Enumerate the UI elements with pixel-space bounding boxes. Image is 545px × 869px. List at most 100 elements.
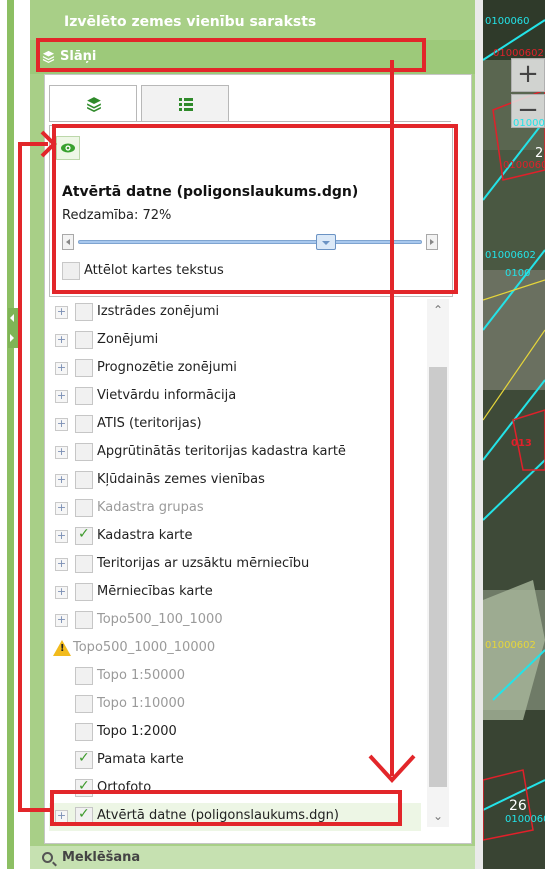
scrollbar-thumb[interactable] — [429, 367, 447, 787]
search-header-label: Meklēšana — [62, 850, 141, 865]
layer-label: Topo500_1000_10000 — [73, 640, 216, 655]
layers-stack-icon — [87, 97, 101, 112]
map-label: 26 — [509, 798, 527, 814]
layer-row[interactable]: + Apgrūtinātās teritorijas kadastra kartē — [49, 439, 421, 467]
layer-label: Pamata karte — [97, 752, 184, 767]
layer-row[interactable]: + Prognozētie zonējumi — [49, 355, 421, 383]
layer-label: Topo 1:10000 — [97, 696, 186, 711]
expand-icon[interactable]: + — [55, 474, 68, 487]
layer-label: Izstrādes zonējumi — [97, 304, 220, 319]
layer-row[interactable]: Topo 1:50000 — [49, 663, 421, 691]
layer-label: Vietvārdu informācija — [97, 388, 237, 403]
layer-label: Mērniecības karte — [97, 584, 213, 599]
layer-label: Teritorijas ar uzsāktu mērniecību — [97, 556, 310, 571]
map-label: 0100060 — [485, 16, 530, 27]
layer-row[interactable]: + Mērniecības karte — [49, 579, 421, 607]
layer-label: Kļūdainās zemes vienības — [97, 472, 265, 487]
layer-label: ATIS (teritorijas) — [97, 416, 202, 431]
annotation-box-layers-header — [36, 38, 426, 72]
layer-checkbox[interactable] — [75, 331, 93, 349]
warning-icon — [53, 640, 71, 656]
map-label: 2 — [535, 146, 544, 161]
map-label: 01000602 — [485, 640, 536, 651]
layer-tabs — [49, 85, 459, 122]
annotation-arrow-line — [18, 142, 22, 812]
layer-checkbox[interactable] — [75, 443, 93, 461]
tab-list[interactable] — [141, 85, 229, 121]
layer-checkbox[interactable] — [75, 695, 93, 713]
layer-row[interactable]: + Vietvārdu informācija — [49, 383, 421, 411]
map-label: 01000 — [513, 118, 545, 129]
layer-row[interactable]: + Kadastra karte — [49, 523, 421, 551]
expand-icon[interactable]: + — [55, 306, 68, 319]
expand-icon[interactable]: + — [55, 362, 68, 375]
layer-checkbox[interactable] — [75, 750, 93, 769]
annotation-arrowhead-down — [368, 754, 416, 783]
layer-checkbox[interactable] — [75, 359, 93, 377]
panel-map-divider[interactable] — [475, 0, 483, 869]
layer-row[interactable]: + ATIS (teritorijas) — [49, 411, 421, 439]
scroll-down-icon[interactable]: ⌄ — [427, 805, 449, 827]
layer-row[interactable]: + Teritorijas ar uzsāktu mērniecību — [49, 551, 421, 579]
layer-tree-scrollbar[interactable]: ⌃ ⌄ — [427, 299, 449, 827]
expand-icon[interactable]: + — [55, 418, 68, 431]
expand-icon[interactable]: + — [55, 390, 68, 403]
list-icon — [179, 98, 193, 111]
map-label: 01000602 — [493, 48, 544, 59]
layer-checkbox[interactable] — [75, 303, 93, 321]
layer-row[interactable]: Topo500_1000_10000 — [49, 635, 421, 663]
layer-checkbox[interactable] — [75, 667, 93, 685]
map-label: 01000602 — [485, 250, 536, 261]
arrow-right-icon — [10, 334, 14, 342]
expand-icon[interactable]: + — [55, 586, 68, 599]
selected-parcels-header[interactable]: Izvēlēto zemes vienību saraksts — [30, 0, 475, 40]
map-view[interactable]: + − 0100060 01000602 01000 2 0100060 010… — [483, 0, 545, 869]
expand-icon[interactable]: + — [55, 446, 68, 459]
left-edge-bar — [7, 0, 14, 869]
layer-label: Kadastra grupas — [97, 500, 204, 515]
search-header[interactable]: Meklēšana — [30, 846, 475, 869]
layer-label: Topo500_100_1000 — [97, 612, 223, 627]
expand-icon[interactable]: + — [55, 502, 68, 515]
layer-checkbox[interactable] — [75, 471, 93, 489]
map-label: 013 — [511, 438, 532, 449]
annotation-arrow-line — [18, 808, 52, 812]
map-imagery — [483, 0, 545, 869]
layer-row[interactable]: + Kļūdainās zemes vienības — [49, 467, 421, 495]
map-label: 01000600 — [505, 814, 545, 825]
annotation-box-layer-properties — [52, 124, 458, 294]
collapse-panel-handle[interactable] — [8, 308, 18, 348]
zoom-in-button[interactable]: + — [511, 58, 545, 92]
layer-row[interactable]: Topo 1:2000 — [49, 719, 421, 747]
layer-checkbox[interactable] — [75, 611, 93, 629]
tab-layers[interactable] — [49, 85, 137, 122]
layer-row[interactable]: + Izstrādes zonējumi — [49, 299, 421, 327]
arrow-left-icon — [10, 314, 14, 322]
scroll-up-icon[interactable]: ⌃ — [427, 299, 449, 321]
layer-row[interactable]: Topo 1:10000 — [49, 691, 421, 719]
layer-row[interactable]: + Kadastra grupas — [49, 495, 421, 523]
annotation-arrowhead-right — [40, 130, 57, 158]
expand-icon[interactable]: + — [55, 614, 68, 627]
layer-checkbox[interactable] — [75, 723, 93, 741]
layer-label: Topo 1:50000 — [97, 668, 186, 683]
search-icon — [42, 852, 53, 863]
layer-row[interactable]: + Topo500_100_1000 — [49, 607, 421, 635]
annotation-arrow-line — [390, 60, 394, 776]
layer-checkbox[interactable] — [75, 415, 93, 433]
layer-checkbox[interactable] — [75, 583, 93, 601]
layer-label: Zonējumi — [97, 332, 159, 347]
layer-checkbox[interactable] — [75, 499, 93, 517]
layer-label: Kadastra karte — [97, 528, 193, 543]
expand-icon[interactable]: + — [55, 530, 68, 543]
map-label: 0100060 — [503, 160, 545, 171]
map-label: 0100 — [505, 268, 531, 279]
layer-label: Topo 1:2000 — [97, 724, 177, 739]
expand-icon[interactable]: + — [55, 334, 68, 347]
layer-row[interactable]: + Zonējumi — [49, 327, 421, 355]
layer-label: Apgrūtinātās teritorijas kadastra kartē — [97, 444, 346, 459]
layer-checkbox[interactable] — [75, 555, 93, 573]
expand-icon[interactable]: + — [55, 558, 68, 571]
layer-checkbox[interactable] — [75, 387, 93, 405]
layer-checkbox[interactable] — [75, 526, 93, 545]
